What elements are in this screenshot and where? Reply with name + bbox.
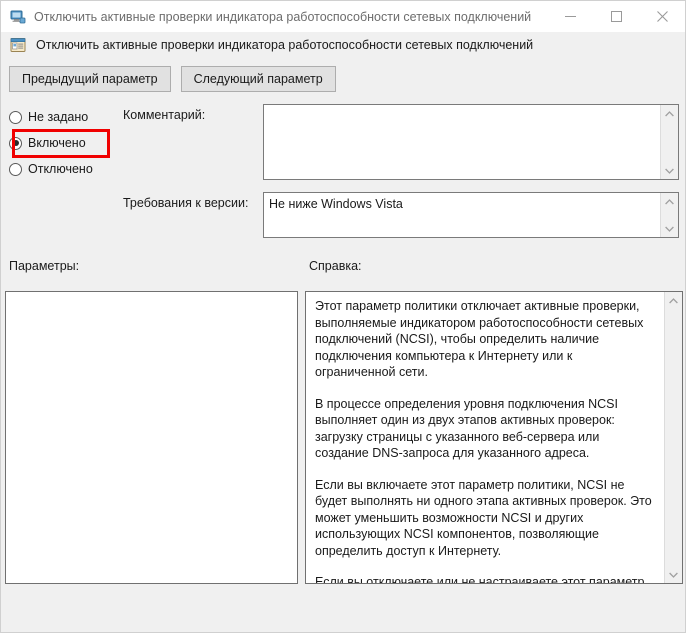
radio-mark-icon xyxy=(9,162,22,176)
comment-field[interactable] xyxy=(263,104,679,180)
state-and-comment-section: Не задано Включено Отключено Комментарий… xyxy=(1,104,685,246)
radio-mark-icon xyxy=(9,136,22,150)
window-title: Отключить активные проверки индикатора р… xyxy=(34,9,532,24)
policy-setting-dialog: Отключить активные проверки индикатора р… xyxy=(0,0,686,633)
dialog-header-title: Отключить активные проверки индикатора р… xyxy=(36,38,534,52)
next-setting-button[interactable]: Следующий параметр xyxy=(180,66,336,92)
radio-label-enabled: Включено xyxy=(28,136,86,150)
scroll-down-icon[interactable] xyxy=(661,220,678,237)
radio-mark-icon xyxy=(9,110,22,124)
comment-scrollbar[interactable] xyxy=(660,105,678,179)
maximize-icon[interactable] xyxy=(593,1,639,32)
comment-label: Комментарий: xyxy=(123,108,206,122)
dialog-footer: ОК Отмена Применить xyxy=(1,592,685,632)
dialog-header: Отключить активные проверки индикатора р… xyxy=(1,32,685,58)
scroll-up-icon[interactable] xyxy=(661,193,678,210)
minimize-icon[interactable] xyxy=(547,1,593,32)
navigation-buttons: Предыдущий параметр Следующий параметр xyxy=(1,58,685,92)
policy-setting-icon xyxy=(10,37,26,53)
radio-enabled[interactable]: Включено xyxy=(9,130,121,156)
scroll-up-icon[interactable] xyxy=(665,292,682,309)
settings-panel[interactable] xyxy=(5,291,298,584)
help-panel-content: Этот параметр политики отключает активны… xyxy=(306,292,664,583)
version-value: Не ниже Windows Vista xyxy=(269,197,403,211)
version-scrollbar[interactable] xyxy=(660,193,678,237)
scroll-up-icon[interactable] xyxy=(661,105,678,122)
help-paragraph: Этот параметр политики отключает активны… xyxy=(315,299,644,379)
window-controls xyxy=(547,1,685,32)
help-panel-label: Справка: xyxy=(309,259,362,273)
radio-label-disabled: Отключено xyxy=(28,162,93,176)
previous-setting-button[interactable]: Предыдущий параметр xyxy=(9,66,171,92)
help-paragraph: В процессе определения уровня подключени… xyxy=(315,396,618,461)
policy-state-radio-group: Не задано Включено Отключено xyxy=(9,104,121,182)
title-bar: Отключить активные проверки индикатора р… xyxy=(1,1,685,32)
help-panel: Этот параметр политики отключает активны… xyxy=(305,291,683,584)
version-label: Требования к версии: xyxy=(123,196,249,210)
scroll-down-icon[interactable] xyxy=(665,566,682,583)
network-computer-icon xyxy=(10,9,26,25)
comment-value[interactable] xyxy=(264,105,660,179)
version-field: Не ниже Windows Vista xyxy=(263,192,679,238)
radio-disabled[interactable]: Отключено xyxy=(9,156,121,182)
help-paragraph: Если вы отключаете или не настраиваете э… xyxy=(315,575,645,583)
scroll-down-icon[interactable] xyxy=(661,162,678,179)
help-scrollbar[interactable] xyxy=(664,292,682,583)
close-icon[interactable] xyxy=(639,1,685,32)
settings-panel-content xyxy=(6,292,297,583)
radio-label-not-configured: Не задано xyxy=(28,110,89,124)
radio-not-configured[interactable]: Не задано xyxy=(9,104,121,130)
help-paragraph: Если вы включаете этот параметр политики… xyxy=(315,477,652,558)
settings-panel-label: Параметры: xyxy=(9,259,80,273)
